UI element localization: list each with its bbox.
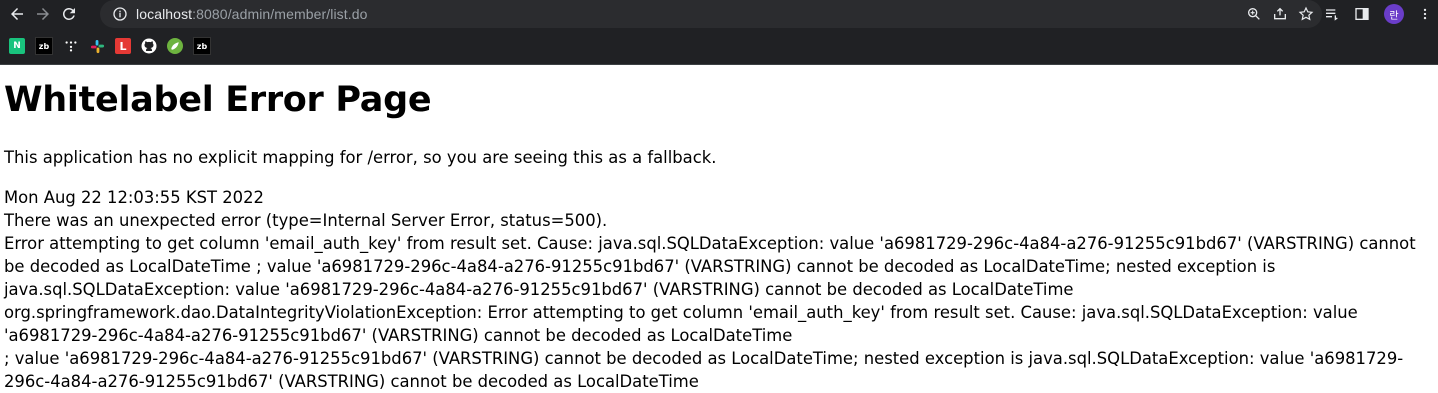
- naver-icon[interactable]: N: [9, 38, 25, 54]
- address-bar[interactable]: localhost:8080/admin/member/list.do: [100, 0, 1322, 28]
- bookmark-star-icon[interactable]: [1298, 6, 1314, 22]
- reload-button[interactable]: [56, 1, 82, 27]
- arrow-left-icon: [11, 8, 23, 20]
- github-icon[interactable]: [141, 38, 157, 54]
- l-icon[interactable]: L: [115, 38, 131, 54]
- side-panel-icon[interactable]: [1354, 6, 1370, 22]
- bookmarks-bar: N zb L zb: [0, 28, 1438, 65]
- browser-actions: 란: [1324, 0, 1432, 28]
- share-icon[interactable]: [1272, 6, 1288, 22]
- error-message: Error attempting to get column 'email_au…: [4, 234, 1416, 299]
- browser-toolbar: localhost:8080/admin/member/list.do 란: [0, 0, 1438, 28]
- error-timestamp: Mon Aug 22 12:03:55 KST 2022: [4, 188, 264, 207]
- fallback-message: This application has no explicit mapping…: [4, 148, 717, 167]
- url-text[interactable]: localhost:8080/admin/member/list.do: [136, 6, 368, 22]
- reading-list-icon[interactable]: [1324, 6, 1340, 22]
- slack-icon[interactable]: [89, 38, 105, 54]
- reload-icon: [62, 7, 75, 20]
- page-title: Whitelabel Error Page: [4, 80, 432, 120]
- omnibox-actions: [1246, 0, 1314, 28]
- stack-trace-line: org.springframework.dao.DataIntegrityVio…: [4, 303, 1358, 345]
- spring-icon[interactable]: [167, 38, 183, 54]
- error-details: Mon Aug 22 12:03:55 KST 2022 There was a…: [4, 186, 1436, 393]
- url-path: :8080/admin/member/list.do: [192, 6, 368, 22]
- zoom-icon[interactable]: [1246, 6, 1262, 22]
- dots-icon[interactable]: [63, 38, 79, 54]
- arrow-right-icon: [37, 8, 49, 20]
- info-icon[interactable]: [112, 6, 128, 22]
- back-button[interactable]: [4, 1, 30, 27]
- zb-icon[interactable]: zb: [35, 37, 53, 55]
- error-summary: There was an unexpected error (type=Inte…: [4, 211, 608, 230]
- page-content: Whitelabel Error Page This application h…: [0, 79, 1438, 393]
- profile-avatar[interactable]: 란: [1384, 4, 1404, 24]
- zb-icon[interactable]: zb: [193, 37, 211, 55]
- kebab-menu-icon[interactable]: [1418, 6, 1432, 22]
- url-host: localhost: [136, 6, 193, 22]
- forward-button[interactable]: [30, 1, 56, 27]
- stack-trace-line: ; value 'a6981729-296c-4a84-a276-91255c9…: [4, 349, 1404, 391]
